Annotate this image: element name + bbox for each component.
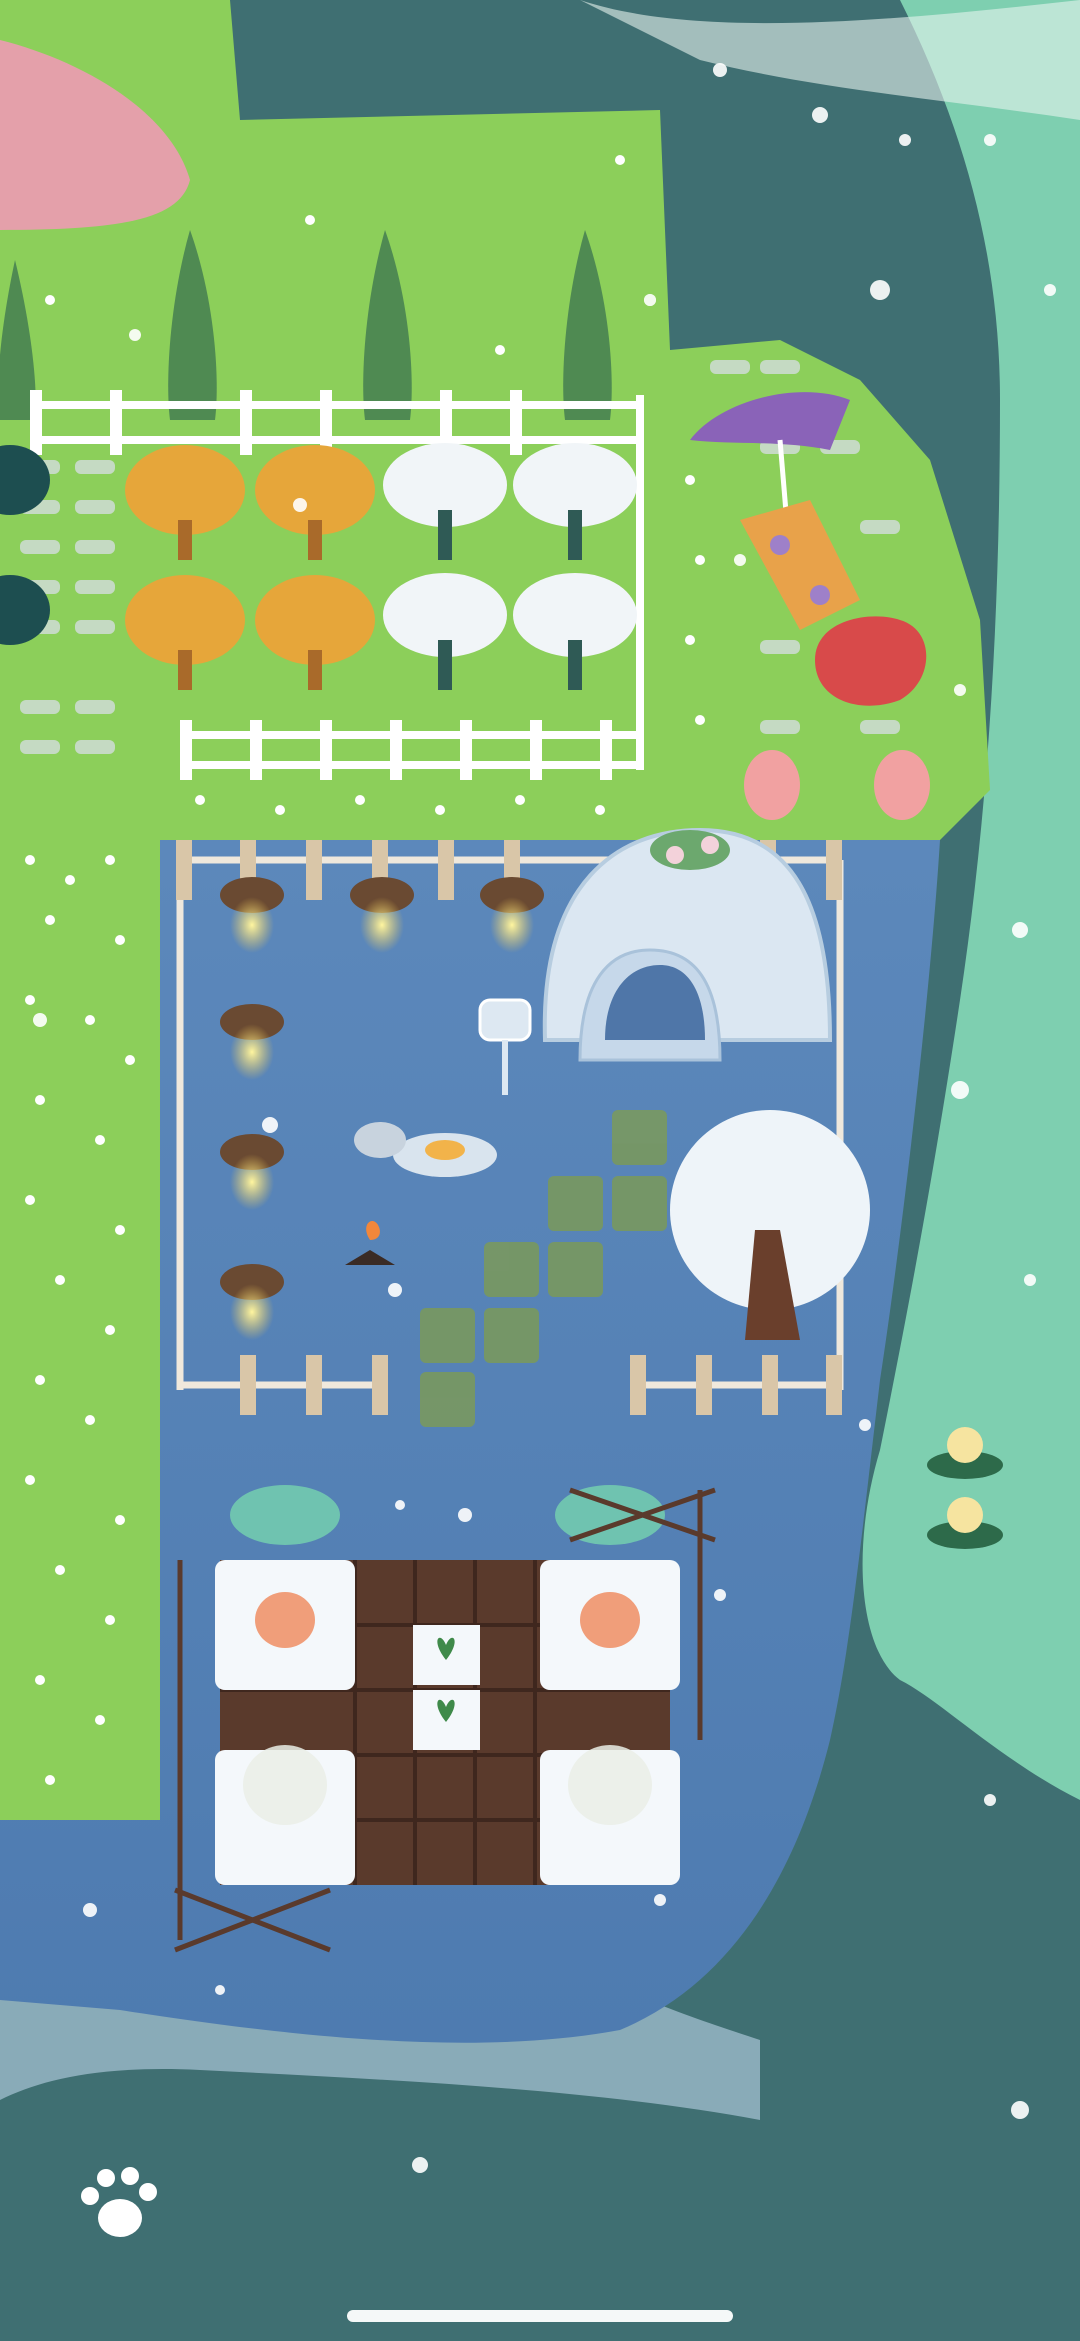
home-indicator[interactable] (347, 2310, 733, 2322)
paw-icon (81, 2167, 157, 2237)
game-scene[interactable] (0, 0, 1080, 2341)
strawberry-cushion[interactable] (815, 616, 927, 706)
menu-button[interactable]: paw-icon (74, 2160, 164, 2250)
